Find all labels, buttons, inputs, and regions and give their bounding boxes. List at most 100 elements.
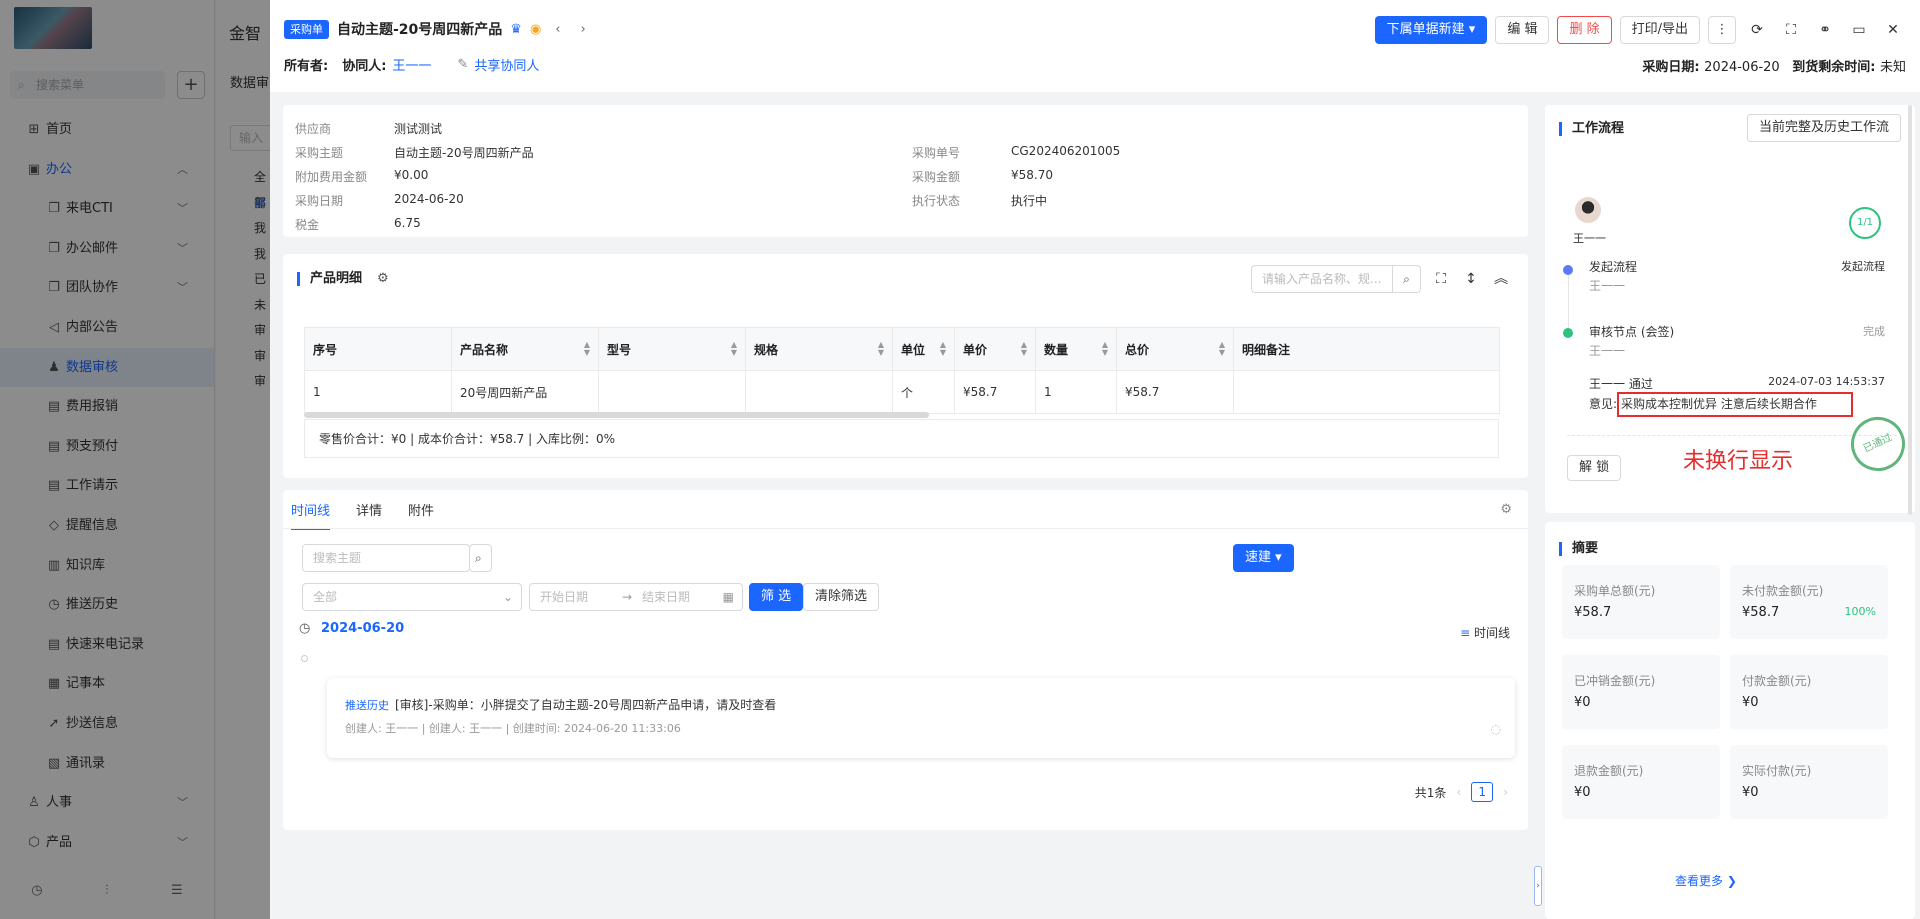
view-more-link[interactable]: 查看更多 ❯ [1675, 872, 1737, 889]
row-height-icon[interactable]: ↕ [1458, 266, 1484, 292]
summary-item: 采购单总额(元) ¥58.7 [1562, 565, 1720, 639]
step2-name: 审核节点 (会签) [1589, 325, 1675, 339]
collapse-up-icon[interactable]: ︽ [1488, 266, 1514, 292]
prev-page-icon[interactable]: ‹ [1456, 785, 1461, 799]
table-cell[interactable]: 20号周四新产品 [451, 370, 599, 414]
topic-search-input[interactable]: 搜索主题 [302, 544, 470, 572]
step-dot [1563, 265, 1573, 275]
step1-name: 发起流程 [1589, 260, 1638, 274]
summary-item: 未付款金额(元) ¥58.7 100% [1730, 565, 1888, 639]
expand-handle[interactable]: › [1534, 866, 1542, 906]
search-icon[interactable]: ⌕ [1392, 266, 1420, 292]
sort-icon[interactable]: ▲ ▼ [1102, 341, 1108, 357]
horizontal-scrollbar[interactable] [304, 412, 1499, 418]
filter-button[interactable]: 筛 选 [749, 583, 804, 611]
sort-icon[interactable]: ▲ ▼ [584, 341, 590, 357]
workflow-history-button[interactable]: 当前完整及历史工作流 [1746, 114, 1901, 142]
settings-icon[interactable]: ⚙ [377, 271, 389, 286]
refresh-icon[interactable]: ⟳ [1744, 17, 1770, 43]
panel-scrollbar[interactable] [1908, 105, 1912, 515]
workflow-card: 工作流程 当前完整及历史工作流 王一一 1/1 发起流程 王一一 发起流程 审核… [1545, 105, 1915, 513]
purchase-date: 2024-06-20 [1704, 60, 1780, 75]
clear-filter-button[interactable]: 清除筛选 [803, 583, 880, 611]
avatar-name: 王一一 [1573, 232, 1606, 245]
column-header[interactable]: 单价 ▲ ▼ [954, 327, 1036, 371]
column-header[interactable]: 型号 ▲ ▼ [598, 327, 746, 371]
sort-icon[interactable]: ▲ ▼ [940, 341, 946, 357]
more-icon[interactable]: ⋮ [1708, 16, 1736, 44]
fullscreen-icon[interactable]: ⛶ [1778, 17, 1804, 43]
new-sub-doc-button[interactable]: 下属单据新建 ▾ [1374, 16, 1488, 44]
total-count: 共1条 [1414, 785, 1447, 800]
date-range-input[interactable]: 开始日期 → 结束日期 ▦ [529, 583, 743, 611]
table-cell: ¥58.7 [1116, 370, 1234, 414]
next-icon[interactable]: › [581, 22, 586, 37]
product-table: 序号 产品名称 ▲ ▼ 型号 ▲ ▼ 规格 ▲ ▼ 单位 ▲ ▼ 单价 ▲ ▼ 数量 ▲ ▼ 总价 ▲ ▼ 明细备注 1 20… [304, 327, 1500, 414]
timeline-card: 时间线 详情 附件 ⚙ 搜索主题 ⌕ 速建 ▾ 全部 ⌄ 开始日期 → 结束日期 ▦ … [283, 490, 1528, 830]
table-cell: 1 [1035, 370, 1117, 414]
table-cell: 个 [892, 370, 955, 414]
supplier-link[interactable]: 测试测试 [394, 120, 442, 137]
tab[interactable]: 详情 [356, 500, 382, 530]
column-header[interactable]: 规格 ▲ ▼ [745, 327, 893, 371]
step2-status: 完成 [1863, 325, 1885, 338]
column-header[interactable]: 单位 ▲ ▼ [892, 327, 955, 371]
link-icon[interactable]: ⚭ [1812, 17, 1838, 43]
collab-label: 协同人: [342, 59, 387, 74]
timeline-dot [301, 655, 308, 662]
sort-icon[interactable]: ▲ ▼ [878, 341, 884, 357]
next-page-icon[interactable]: › [1503, 785, 1508, 799]
comment-icon[interactable]: ◌ [1491, 722, 1501, 736]
sort-icon[interactable]: ▲ ▼ [731, 341, 737, 357]
section-title: 工作流程 [1559, 122, 1624, 136]
tab[interactable]: 时间线 [291, 500, 331, 530]
step-dot [1563, 328, 1573, 338]
column-header[interactable]: 数量 ▲ ▼ [1035, 327, 1117, 371]
print-export-button[interactable]: 打印/导出 [1619, 16, 1700, 44]
table-cell [598, 370, 746, 414]
star-icon[interactable]: ◉ [530, 22, 541, 37]
column-header[interactable]: 总价 ▲ ▼ [1116, 327, 1234, 371]
column-header[interactable]: 序号 [304, 327, 452, 371]
edit-pen-icon: ✎ [457, 57, 469, 72]
calendar-icon: ▦ [722, 590, 734, 604]
collab-value[interactable]: 王一一 [392, 55, 431, 74]
summary-item: 退款金额(元) ¥0 [1562, 745, 1720, 819]
arrow-right-icon: → [622, 590, 633, 604]
unlock-button[interactable]: 解 锁 [1567, 455, 1622, 481]
annotation-note: 未换行显示 [1683, 449, 1794, 474]
product-search-input[interactable]: 请输入产品名称、规... ⌕ [1251, 265, 1421, 293]
settings-icon[interactable]: ⚙ [1500, 502, 1512, 517]
progress-ring: 1/1 [1849, 207, 1881, 239]
quick-new-button[interactable]: 速建 ▾ [1233, 544, 1294, 572]
table-cell: 1 [304, 370, 452, 414]
prev-icon[interactable]: ‹ [555, 22, 560, 37]
type-select[interactable]: 全部 ⌄ [302, 583, 522, 611]
header-meta: 采购日期: 2024-06-20 到货剩余时间: 未知 [1642, 60, 1906, 75]
clock-icon: ◷ [299, 621, 311, 636]
page-number[interactable]: 1 [1471, 782, 1494, 802]
delete-button[interactable]: 删 除 [1557, 16, 1612, 44]
window-icon[interactable]: ▭ [1846, 17, 1872, 43]
sort-icon[interactable]: ▲ ▼ [1219, 341, 1225, 357]
sort-icon[interactable]: ▲ ▼ [1021, 341, 1027, 357]
table-cell [745, 370, 893, 414]
tab[interactable]: 附件 [408, 500, 434, 530]
fullscreen-icon[interactable]: ⛶ [1428, 266, 1454, 292]
chevron-down-icon: ⌄ [502, 590, 513, 604]
search-icon[interactable]: ⌕ [469, 544, 492, 572]
table-cell: ¥58.7 [954, 370, 1036, 414]
table-cell [1233, 370, 1500, 414]
column-header[interactable]: 产品名称 ▲ ▼ [451, 327, 599, 371]
table-row: 1 20号周四新产品个 ¥58.7 1 ¥58.7 [304, 370, 1500, 414]
close-icon[interactable]: ✕ [1880, 17, 1906, 43]
share-collab-link[interactable]: 共享协同人 [474, 55, 539, 74]
product-summary: 零售价合计：¥0 | 成本价合计：¥58.7 | 入库比例：0% [304, 419, 1499, 458]
basic-info-card: 供应商 测试测试 采购主题 自动主题-20号周四新产品 附加费用金额 ¥0.00 采购… [283, 105, 1528, 237]
modal-overlay[interactable] [0, 0, 270, 919]
timeline-event[interactable]: 推送历史 [审核]-采购单：小胖提交了自动主题-20号周四新产品申请，请及时查看 … [327, 678, 1515, 758]
column-header[interactable]: 明细备注 [1233, 327, 1500, 371]
edit-button[interactable]: 编 辑 [1495, 16, 1550, 44]
timeline-view-toggle[interactable]: ≡ 时间线 [1460, 624, 1510, 641]
avatar [1575, 197, 1601, 223]
